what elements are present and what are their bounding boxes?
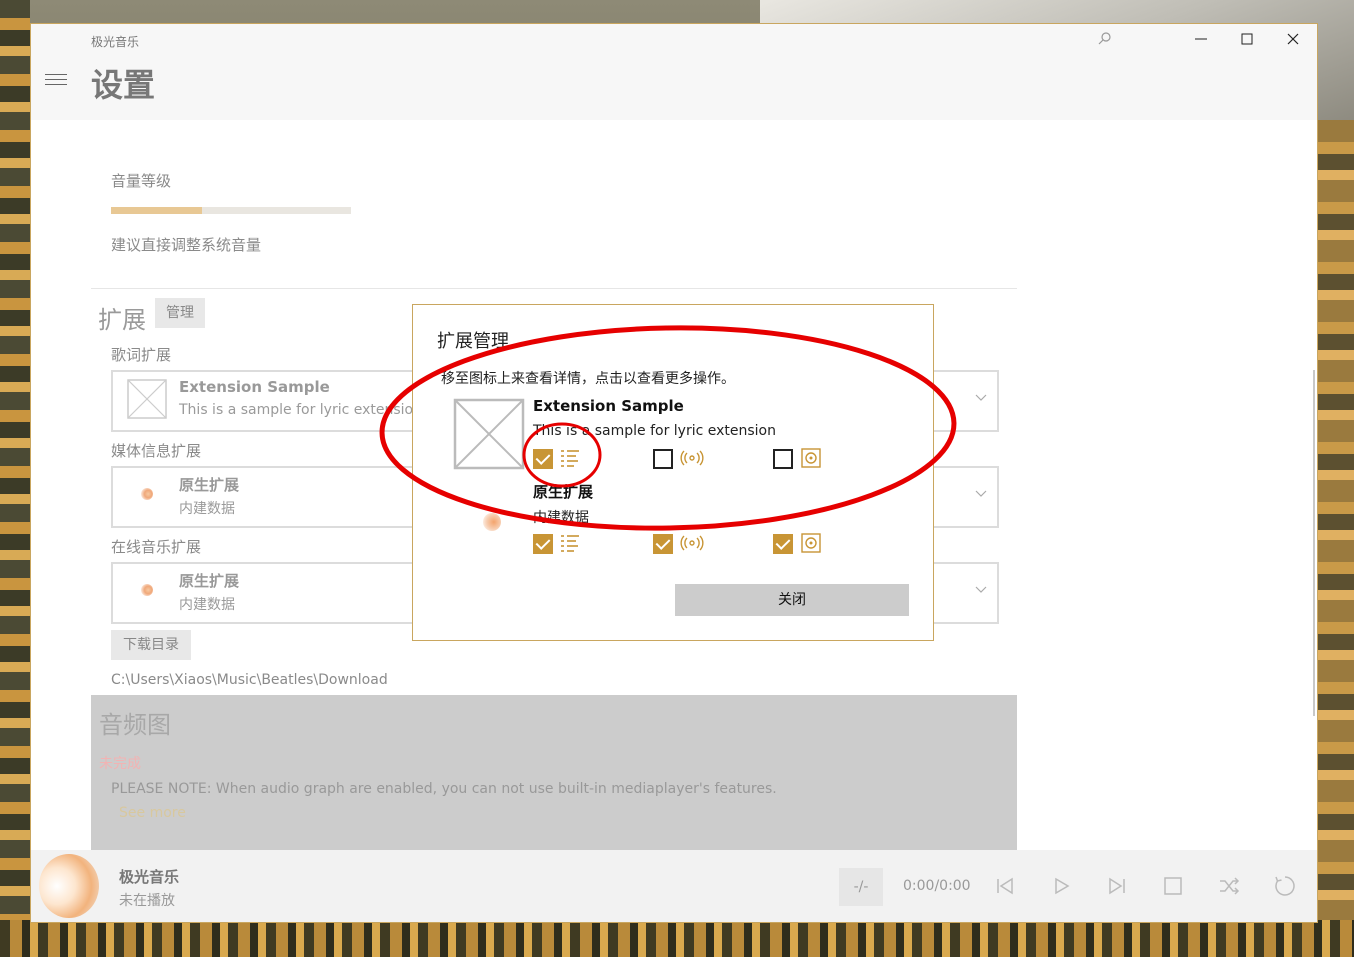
extension-name: 原生扩展 xyxy=(533,483,594,501)
combo-item-name: Extension Sample xyxy=(179,378,330,396)
lyric-list-icon xyxy=(560,533,580,553)
extension-name: Extension Sample xyxy=(533,397,684,415)
volume-slider[interactable] xyxy=(111,207,351,214)
search-icon[interactable] xyxy=(1085,28,1125,54)
media-disc-icon xyxy=(801,448,821,468)
audio-graph-heading: 音频图 xyxy=(99,711,171,739)
play-icon[interactable] xyxy=(1049,874,1073,898)
chevron-down-icon xyxy=(975,486,987,502)
shuffle-icon[interactable] xyxy=(1217,874,1241,898)
audio-graph-section: 音频图 未完成 PLEASE NOTE: When audio graph ar… xyxy=(91,695,1017,850)
combo-item-name: 原生扩展 xyxy=(179,476,240,494)
desktop-forest-bottom xyxy=(0,920,1354,957)
online-capability-checkbox[interactable] xyxy=(653,534,673,554)
radio-icon xyxy=(680,448,704,468)
playback-rate-button[interactable]: -/- xyxy=(839,868,883,906)
download-folder-button[interactable]: 下载目录 xyxy=(111,630,191,660)
lyric-list-icon xyxy=(560,448,580,468)
chevron-down-icon xyxy=(975,582,987,598)
scrollbar[interactable] xyxy=(1313,370,1315,716)
extension-desc: This is a sample for lyric extension xyxy=(533,423,776,439)
manage-extensions-button[interactable]: 管理 xyxy=(155,298,205,328)
stop-icon[interactable] xyxy=(1161,874,1185,898)
lyric-capability-checkbox[interactable] xyxy=(533,534,553,554)
volume-hint: 建议直接调整系统音量 xyxy=(111,236,262,254)
volume-slider-fill xyxy=(111,207,203,214)
online-music-extension-label: 在线音乐扩展 xyxy=(111,538,202,556)
placeholder-image-icon[interactable] xyxy=(453,398,525,470)
section-divider xyxy=(91,288,1017,289)
dialog-close-button[interactable]: 关闭 xyxy=(675,584,909,616)
maximize-icon[interactable] xyxy=(1227,28,1267,54)
next-icon[interactable] xyxy=(1105,874,1129,898)
desktop-forest-right xyxy=(1316,120,1354,920)
media-info-extension-label: 媒体信息扩展 xyxy=(111,442,202,460)
app-name: 极光音乐 xyxy=(91,35,140,49)
combo-item-desc: This is a sample for lyric extension xyxy=(179,402,422,418)
desktop-forest-left xyxy=(0,0,30,957)
now-playing-title: 极光音乐 xyxy=(119,868,180,886)
extension-manager-dialog: 扩展管理 移至图标上来查看详情，点击以查看更多操作。 Extension Sam… xyxy=(412,304,934,641)
album-art[interactable] xyxy=(39,854,99,918)
combo-item-name: 原生扩展 xyxy=(179,572,240,590)
close-icon[interactable] xyxy=(1273,28,1313,54)
combo-item-desc: 内建数据 xyxy=(179,501,235,517)
online-capability-checkbox[interactable] xyxy=(653,449,673,469)
audio-graph-status: 未完成 xyxy=(99,756,141,772)
hamburger-icon[interactable] xyxy=(45,74,67,88)
media-capability-checkbox[interactable] xyxy=(773,534,793,554)
player-bar: 极光音乐 未在播放 -/- 0:00/0:00 xyxy=(31,850,1317,922)
minimize-icon[interactable] xyxy=(1181,28,1221,54)
chevron-down-icon xyxy=(975,390,987,406)
extension-orb-icon xyxy=(141,488,153,500)
see-more-link[interactable]: See more xyxy=(119,805,186,821)
extension-orb-icon[interactable] xyxy=(483,513,501,531)
media-disc-icon xyxy=(801,533,821,553)
combo-item-desc: 内建数据 xyxy=(179,597,235,613)
extension-orb-icon xyxy=(141,584,153,596)
extensions-heading: 扩展 xyxy=(98,306,146,334)
now-playing-status: 未在播放 xyxy=(119,893,175,909)
dialog-title: 扩展管理 xyxy=(437,331,509,352)
media-capability-checkbox[interactable] xyxy=(773,449,793,469)
dialog-hint: 移至图标上来查看详情，点击以查看更多操作。 xyxy=(441,371,735,387)
playback-time: 0:00/0:00 xyxy=(903,878,971,894)
lyric-extension-label: 歌词扩展 xyxy=(111,346,172,364)
radio-icon xyxy=(680,533,704,553)
extension-desc: 内建数据 xyxy=(533,510,589,526)
previous-icon[interactable] xyxy=(993,874,1017,898)
lyric-capability-checkbox[interactable] xyxy=(533,449,553,469)
volume-label: 音量等级 xyxy=(111,172,172,190)
page-title: 设置 xyxy=(91,66,156,104)
repeat-icon[interactable] xyxy=(1273,874,1297,898)
placeholder-image-icon xyxy=(127,379,167,419)
audio-graph-note: PLEASE NOTE: When audio graph are enable… xyxy=(111,781,777,797)
title-bar: 极光音乐 设置 xyxy=(31,24,1317,120)
download-path: C:\Users\Xiaos\Music\Beatles\Download xyxy=(111,672,388,688)
